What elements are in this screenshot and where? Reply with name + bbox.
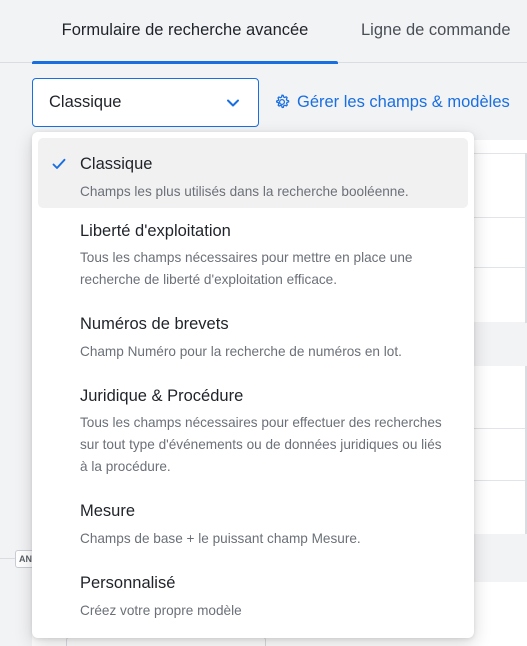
menu-option-description: Tous les champs nécessaires pour mettre … — [80, 250, 413, 287]
menu-option-title: Personnalisé — [80, 574, 176, 592]
form-section-band — [470, 322, 527, 366]
form-divider — [470, 153, 527, 154]
menu-option-numeros-brevets[interactable]: Numéros de brevets Champ Numéro pour la … — [38, 304, 468, 370]
template-dropdown-menu: Classique Champs les plus utilisés dans … — [32, 132, 474, 638]
manage-fields-templates-link[interactable]: Gérer les champs & modèles — [273, 91, 510, 113]
menu-option-juridique-procedure[interactable]: Juridique & Procédure Tous les champs né… — [38, 376, 468, 482]
manage-link-label: Gérer les champs & modèles — [297, 92, 510, 111]
menu-option-personnalise[interactable]: Personnalisé Créez votre propre modèle — [38, 562, 468, 628]
menu-option-title: Juridique & Procédure — [80, 387, 244, 405]
check-icon — [52, 158, 66, 169]
form-divider — [470, 267, 527, 268]
menu-option-liberte-exploitation[interactable]: Liberté d'exploitation Tous les champs n… — [38, 210, 468, 298]
menu-option-title: Numéros de brevets — [80, 315, 229, 333]
form-section-band — [470, 534, 527, 582]
menu-option-title: Liberté d'exploitation — [80, 222, 231, 240]
operator-connector — [0, 558, 15, 559]
menu-option-title: Classique — [80, 155, 153, 173]
menu-option-description: Tous les champs nécessaires pour effectu… — [80, 415, 442, 474]
gear-icon — [275, 94, 290, 109]
tab-advanced-search-form[interactable]: Formulaire de recherche avancée — [32, 0, 338, 64]
tab-command-line[interactable]: Ligne de commande — [361, 0, 511, 63]
form-divider — [470, 480, 527, 481]
template-select[interactable]: Classique — [32, 78, 259, 127]
menu-option-title: Mesure — [80, 502, 136, 520]
template-select-value: Classique — [49, 93, 122, 111]
form-input-field[interactable] — [66, 637, 266, 646]
form-divider — [470, 428, 527, 429]
menu-option-description: Créez votre propre modèle — [80, 603, 242, 618]
tab-bar: Formulaire de recherche avancée Ligne de… — [0, 0, 527, 64]
chevron-down-icon — [227, 99, 239, 107]
menu-option-description: Champ Numéro pour la recherche de numéro… — [80, 344, 402, 359]
menu-option-description: Champs de base + le puissant champ Mesur… — [80, 531, 361, 546]
menu-option-mesure[interactable]: Mesure Champs de base + le puissant cham… — [38, 490, 468, 556]
menu-option-classique[interactable]: Classique Champs les plus utilisés dans … — [38, 138, 468, 208]
menu-option-description: Champs les plus utilisés dans la recherc… — [80, 184, 409, 199]
form-divider — [470, 217, 527, 218]
